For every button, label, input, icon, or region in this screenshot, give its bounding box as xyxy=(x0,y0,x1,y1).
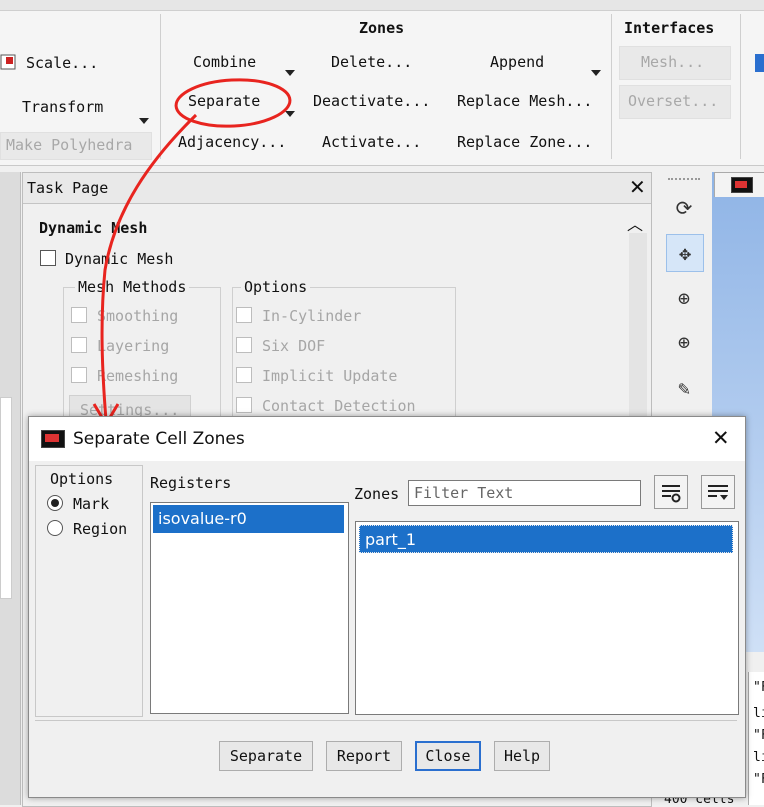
fluent-logo-icon xyxy=(731,177,753,193)
dialog-title: Separate Cell Zones xyxy=(73,429,245,449)
list-options-icon[interactable] xyxy=(701,475,735,509)
filter-placeholder: Filter Text xyxy=(414,484,514,502)
mark-radio[interactable] xyxy=(47,495,63,511)
registers-title: Registers xyxy=(150,474,232,492)
pan-icon[interactable]: ✥ xyxy=(666,234,704,272)
ribbon-top-strip xyxy=(0,0,764,11)
contact-detection-label: Contact Detection xyxy=(262,397,416,415)
mesh-methods-title: Mesh Methods xyxy=(75,278,190,296)
probe-icon[interactable]: ✎ xyxy=(666,370,702,406)
transform-button[interactable]: Transform xyxy=(22,98,103,116)
task-scrollbar[interactable] xyxy=(629,233,647,423)
options-title: Options xyxy=(50,470,114,488)
left-strip-highlight xyxy=(0,397,12,599)
dialog-divider xyxy=(35,720,737,721)
adjacency-button[interactable]: Adjacency... xyxy=(178,133,286,151)
zones-list[interactable]: part_1 xyxy=(355,521,739,715)
contact-detection-checkbox[interactable] xyxy=(236,397,252,413)
rotate-icon[interactable]: ⟳ xyxy=(666,190,702,226)
delete-button[interactable]: Delete... xyxy=(331,53,412,71)
separate-button[interactable]: Separate xyxy=(188,92,260,110)
console-line: "F xyxy=(753,728,764,743)
options-title: Options xyxy=(241,278,311,296)
toolbar-grip xyxy=(668,178,700,182)
remeshing-checkbox[interactable] xyxy=(71,367,87,383)
smoothing-checkbox[interactable] xyxy=(71,307,87,323)
overset-button[interactable]: Overset... xyxy=(628,92,718,110)
ribbon-separator xyxy=(611,14,612,159)
task-page-title: Task Page xyxy=(27,179,109,197)
layering-label: Layering xyxy=(97,337,170,355)
mesh-interface-button[interactable]: Mesh... xyxy=(641,53,704,71)
layering-checkbox[interactable] xyxy=(71,337,87,353)
console-line: li xyxy=(753,750,764,765)
report-button[interactable]: Report xyxy=(326,741,402,771)
zone-item[interactable]: part_1 xyxy=(359,525,733,553)
console-line: "F xyxy=(753,680,764,695)
implicit-update-checkbox[interactable] xyxy=(236,367,252,383)
ribbon-separator xyxy=(160,14,161,159)
zoom-in-icon[interactable]: ⊕ xyxy=(666,324,702,360)
deactivate-button[interactable]: Deactivate... xyxy=(313,92,430,110)
separate-cell-zones-dialog: Separate Cell Zones ✕ Options Mark Regio… xyxy=(28,416,746,798)
section-title: Dynamic Mesh xyxy=(39,219,148,237)
make-polyhedra-button[interactable]: Make Polyhedra xyxy=(6,136,132,154)
dialog-titlebar: Separate Cell Zones ✕ xyxy=(29,417,745,461)
console-panel: "F li "F li "F xyxy=(748,672,764,805)
six-dof-checkbox[interactable] xyxy=(236,337,252,353)
zones-title: Zones xyxy=(354,485,400,503)
help-button[interactable]: Help xyxy=(494,741,550,771)
combine-button[interactable]: Combine xyxy=(193,53,256,71)
remeshing-label: Remeshing xyxy=(97,367,179,385)
task-page-header: Task Page ✕ xyxy=(23,173,651,204)
scale-button[interactable]: Scale... xyxy=(26,54,98,72)
registers-list[interactable]: isovalue-r0 xyxy=(150,502,349,714)
combine-dropdown-icon[interactable] xyxy=(285,70,295,76)
transform-dropdown-icon[interactable] xyxy=(139,118,149,124)
dialog-close-icon[interactable]: ✕ xyxy=(712,426,730,450)
in-cylinder-checkbox[interactable] xyxy=(236,307,252,323)
close-button[interactable]: Close xyxy=(415,741,481,771)
separate-dropdown-icon[interactable] xyxy=(285,111,295,117)
graphics-tab[interactable] xyxy=(714,172,764,197)
region-label: Region xyxy=(73,520,128,538)
implicit-update-label: Implicit Update xyxy=(262,367,398,385)
ribbon-separator xyxy=(740,14,741,159)
append-dropdown-icon[interactable] xyxy=(591,70,601,76)
activate-button[interactable]: Activate... xyxy=(322,133,421,151)
register-item[interactable]: isovalue-r0 xyxy=(153,505,344,533)
close-icon[interactable]: ✕ xyxy=(629,175,646,199)
interfaces-group-title: Interfaces xyxy=(624,19,715,37)
append-button[interactable]: Append xyxy=(490,53,544,71)
ribbon: Scale... Transform Make Polyhedra Zones … xyxy=(0,0,764,166)
scale-icon xyxy=(0,54,16,70)
filter-options-icon[interactable] xyxy=(654,475,688,509)
ribbon-checkbox-icon[interactable] xyxy=(755,54,764,72)
replace-mesh-button[interactable]: Replace Mesh... xyxy=(457,92,592,110)
console-line: li xyxy=(753,706,764,721)
scroll-up-icon[interactable]: ︿ xyxy=(627,211,643,235)
separate-action-button[interactable]: Separate xyxy=(219,741,313,771)
left-panel-strip xyxy=(0,172,21,805)
smoothing-label: Smoothing xyxy=(97,307,179,325)
replace-zone-button[interactable]: Replace Zone... xyxy=(457,133,592,151)
region-radio[interactable] xyxy=(47,520,63,536)
zones-group-title: Zones xyxy=(359,19,405,37)
zoom-box-icon[interactable]: ⊕ xyxy=(666,280,702,316)
console-line: "F xyxy=(753,772,764,787)
dynamic-mesh-label: Dynamic Mesh xyxy=(65,250,174,268)
six-dof-label: Six DOF xyxy=(262,337,326,355)
dialog-app-icon xyxy=(41,430,65,448)
mark-label: Mark xyxy=(73,495,110,513)
dynamic-mesh-checkbox[interactable] xyxy=(40,250,56,266)
filter-text-input[interactable]: Filter Text xyxy=(408,480,641,506)
in-cylinder-label: In-Cylinder xyxy=(262,307,362,325)
